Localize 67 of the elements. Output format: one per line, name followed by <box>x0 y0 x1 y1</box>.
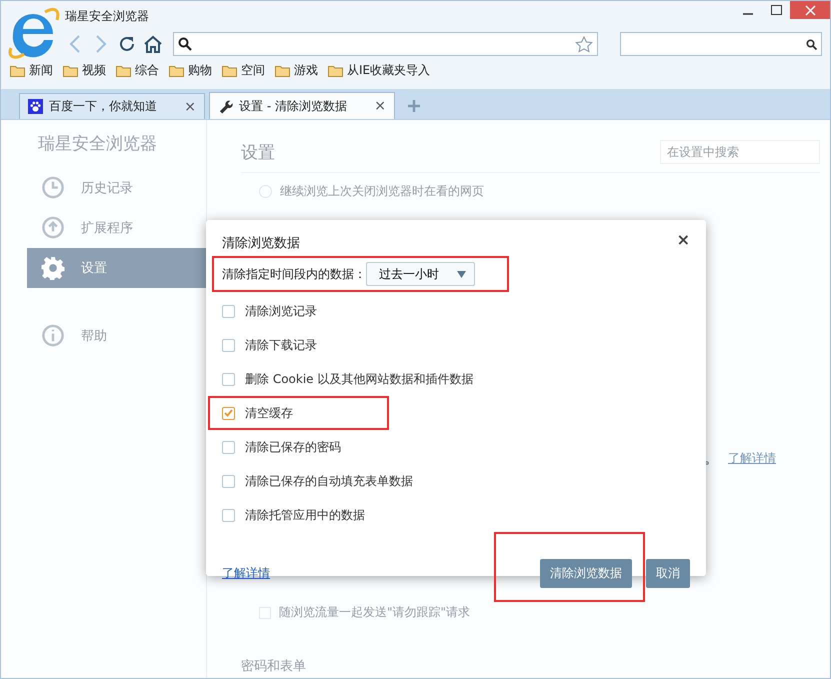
folder-icon <box>222 64 237 77</box>
dialog-button[interactable]: 取消 <box>646 559 690 588</box>
upload-icon <box>41 216 65 240</box>
option-label: 随浏览流量一起发送"请勿跟踪"请求 <box>279 604 470 621</box>
home-button[interactable] <box>143 33 163 55</box>
window-title: 瑞星安全浏览器 <box>65 8 149 25</box>
close-icon <box>804 4 816 16</box>
clock-icon <box>41 176 65 200</box>
dialog-title: 清除浏览数据 <box>222 235 300 252</box>
dialog-button[interactable]: 清除浏览数据 <box>540 559 632 588</box>
sidebar-brand: 瑞星安全浏览器 <box>37 133 158 156</box>
new-tab-icon[interactable] <box>407 99 421 113</box>
minimize-icon <box>743 13 753 15</box>
settings-title: 设置 <box>241 142 275 164</box>
tab-title: 设置 - 清除浏览数据 <box>239 98 348 114</box>
close-button[interactable] <box>790 1 830 19</box>
radio-button[interactable] <box>259 185 272 198</box>
dialog-close-button[interactable]: × <box>676 232 690 248</box>
checkbox[interactable] <box>222 304 235 318</box>
settings-search-field[interactable]: 在设置中搜索 <box>660 140 820 164</box>
checkbox-option[interactable]: 清除已保存的自动填充表单数据 <box>222 466 413 496</box>
learn-more-link[interactable]: 了解详情 <box>222 565 270 582</box>
search-field[interactable] <box>620 32 822 56</box>
checkbox-option[interactable]: 清除托管应用中的数据 <box>222 500 365 530</box>
tab-close-button[interactable]: × <box>374 98 386 114</box>
browser-tab[interactable]: 设置 - 清除浏览数据 × <box>209 92 395 119</box>
checkbox[interactable] <box>222 406 235 420</box>
bookmark-item[interactable]: 游戏 <box>275 62 318 79</box>
paw-icon <box>28 99 43 114</box>
folder-icon <box>169 64 184 77</box>
checkbox-option[interactable]: 清空缓存 <box>222 398 293 428</box>
folder-icon <box>328 64 343 77</box>
bookmark-item[interactable]: 综合 <box>116 62 159 79</box>
caret-icon <box>457 270 466 278</box>
checkbox[interactable] <box>222 338 235 352</box>
option-label: 继续浏览上次关闭浏览器时在看的网页 <box>280 183 484 200</box>
search-icon <box>806 38 817 50</box>
wrench-icon <box>218 98 233 114</box>
folder-icon <box>116 64 131 77</box>
search-icon <box>178 37 192 51</box>
time-range-dropdown[interactable]: 过去一小时 <box>366 262 475 286</box>
address-field[interactable] <box>173 32 598 56</box>
checkbox[interactable] <box>222 474 235 488</box>
star-icon[interactable] <box>575 36 593 52</box>
bookmark-item[interactable]: 新闻 <box>10 62 53 79</box>
tab-title: 百度一下，你就知道 <box>49 98 158 115</box>
section-heading: 密码和表单 <box>241 658 307 675</box>
checkbox[interactable] <box>222 372 235 386</box>
checkbox-option[interactable]: 删除 Cookie 以及其他网站数据和插件数据 <box>222 364 474 394</box>
bookmark-item[interactable]: 购物 <box>169 62 212 79</box>
gear-icon <box>41 256 65 280</box>
bookmark-item[interactable]: 空间 <box>222 62 265 79</box>
time-range-label: 清除指定时间段内的数据： <box>222 266 366 282</box>
checkbox-option[interactable]: 清除浏览记录 <box>222 296 317 326</box>
folder-icon <box>275 64 290 77</box>
folder-icon <box>63 64 78 77</box>
checkbox-option[interactable]: 清除下载记录 <box>222 330 317 360</box>
folder-icon <box>10 64 25 77</box>
checkbox[interactable] <box>222 508 235 522</box>
tab-close-button[interactable]: × <box>184 98 196 114</box>
bookmark-item[interactable]: 从IE收藏夹导入 <box>328 62 430 79</box>
checkbox-option[interactable]: 清除已保存的密码 <box>222 432 341 462</box>
bookmark-item[interactable]: 视频 <box>63 62 106 79</box>
browser-tab[interactable]: 百度一下，你就知道 × <box>19 93 205 119</box>
checkbox[interactable] <box>222 440 235 454</box>
maximize-icon <box>770 5 782 15</box>
info-icon <box>41 324 65 348</box>
